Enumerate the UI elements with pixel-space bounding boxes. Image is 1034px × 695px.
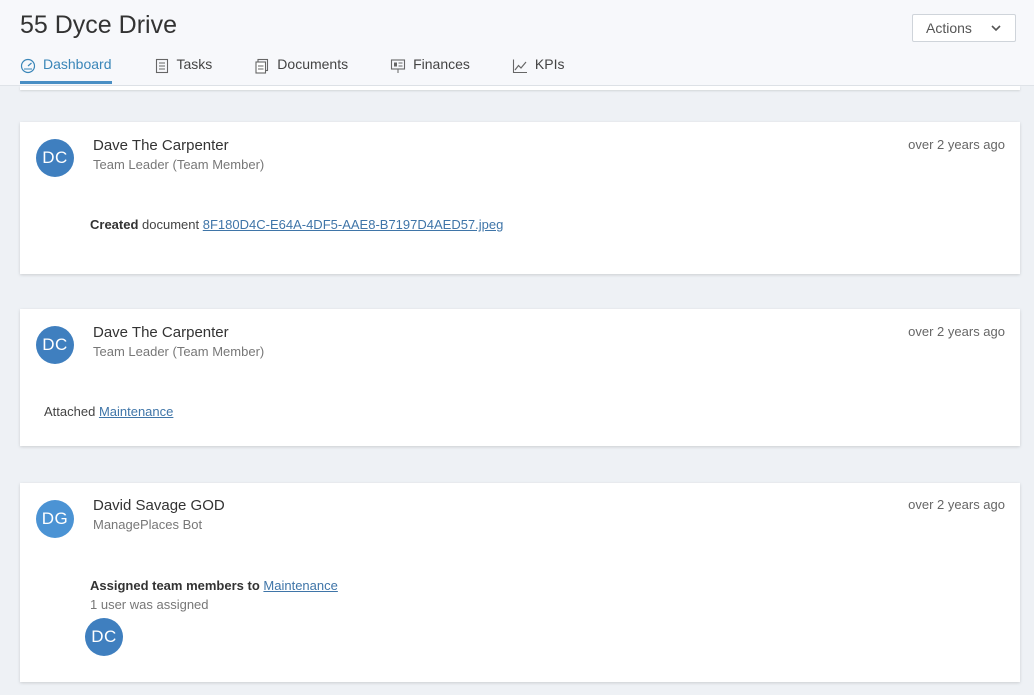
action-text: document (138, 217, 203, 232)
activity-description: Created document 8F180D4C-E64A-4DF5-AAE8… (90, 217, 503, 232)
action-verb: Assigned team members to (90, 578, 260, 593)
kpis-icon (512, 59, 527, 74)
activity-card: DG David Savage GOD ManagePlaces Bot ove… (20, 483, 1020, 682)
tab-dashboard[interactable]: Dashboard (20, 56, 112, 84)
timestamp: over 2 years ago (908, 497, 1005, 512)
action-text: Attached (44, 404, 99, 419)
tab-label: Tasks (176, 56, 213, 72)
avatar[interactable]: DC (36, 139, 74, 177)
actions-dropdown[interactable]: Actions (912, 14, 1016, 42)
avatar[interactable]: DG (36, 500, 74, 538)
activity-description: Attached Maintenance (44, 404, 173, 419)
tasks-icon (155, 58, 168, 74)
activity-description: Assigned team members to Maintenance (90, 578, 338, 593)
tab-bar: Dashboard Tasks Documents Finances KPIs (20, 56, 607, 86)
tab-label: Documents (277, 56, 349, 72)
user-name[interactable]: Dave The Carpenter (93, 324, 229, 341)
tab-documents[interactable]: Documents (254, 56, 348, 84)
tab-label: Dashboard (43, 56, 112, 72)
actions-label: Actions (926, 20, 972, 36)
tab-label: KPIs (534, 56, 565, 72)
tab-kpis[interactable]: KPIs (512, 56, 565, 84)
documents-icon (255, 58, 269, 74)
dashboard-icon (20, 58, 36, 74)
page-header: 55 Dyce Drive Actions Dashboard Tasks Do… (0, 0, 1034, 86)
page-title: 55 Dyce Drive (20, 11, 177, 39)
activity-card: DC Dave The Carpenter Team Leader (Team … (20, 122, 1020, 274)
tab-label: Finances (413, 56, 470, 72)
user-role: ManagePlaces Bot (93, 517, 203, 532)
activity-card: DC Dave The Carpenter Team Leader (Team … (20, 309, 1020, 446)
maintenance-link[interactable]: Maintenance (99, 404, 173, 419)
user-role: Team Leader (Team Member) (93, 344, 265, 359)
assignment-detail: 1 user was assigned (90, 597, 209, 612)
assigned-user-avatar[interactable]: DC (85, 618, 123, 656)
user-role: Team Leader (Team Member) (93, 157, 265, 172)
chevron-down-icon (991, 25, 1001, 32)
action-verb: Created (90, 217, 139, 232)
timestamp: over 2 years ago (908, 137, 1005, 152)
document-link[interactable]: 8F180D4C-E64A-4DF5-AAE8-B7197D4AED57.jpe… (203, 217, 504, 232)
previous-card-edge (20, 86, 1020, 90)
finances-icon (391, 59, 406, 73)
user-name[interactable]: Dave The Carpenter (93, 137, 229, 154)
avatar[interactable]: DC (36, 326, 74, 364)
user-name[interactable]: David Savage GOD (93, 497, 225, 514)
tab-finances[interactable]: Finances (390, 56, 470, 84)
timestamp: over 2 years ago (908, 324, 1005, 339)
maintenance-link[interactable]: Maintenance (263, 578, 337, 593)
tab-tasks[interactable]: Tasks (154, 56, 213, 84)
